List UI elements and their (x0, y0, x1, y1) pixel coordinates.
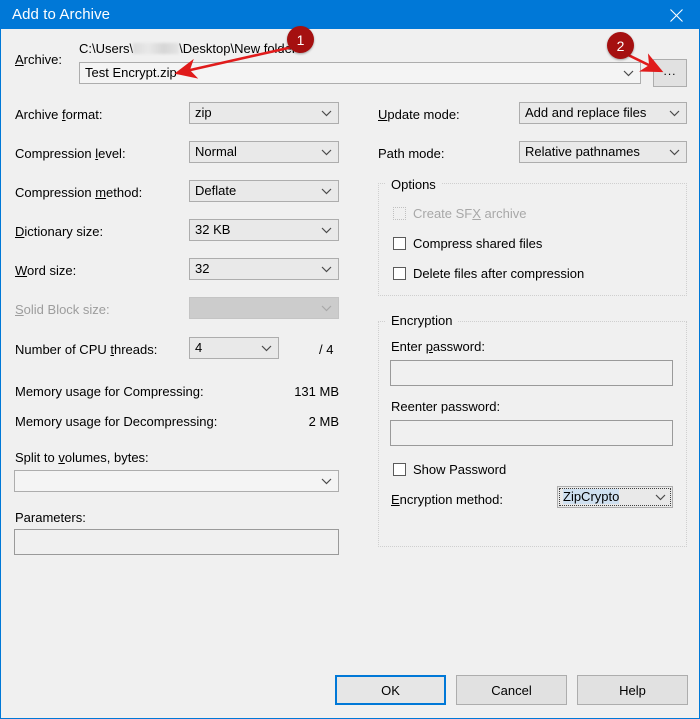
checkbox-box (393, 237, 406, 250)
cancel-button[interactable]: Cancel (456, 675, 567, 705)
show-password-checkbox[interactable]: Show Password (393, 462, 506, 477)
reenter-password-input[interactable] (390, 420, 673, 446)
archive-format-select[interactable]: zip (189, 102, 339, 124)
archive-format-value: zip (195, 105, 212, 120)
checkbox-box (393, 463, 406, 476)
reenter-password-label: Reenter password: (391, 399, 500, 414)
checkbox-box (393, 207, 406, 220)
cpu-threads-select[interactable]: 4 (189, 337, 279, 359)
chevron-down-icon (321, 298, 332, 318)
parameters-input[interactable] (14, 529, 339, 555)
chevron-down-icon (623, 63, 634, 83)
compression-level-select[interactable]: Normal (189, 141, 339, 163)
dictionary-size-label: Dictionary size: (15, 224, 103, 239)
delete-files-after-compression-checkbox[interactable]: Delete files after compression (393, 266, 584, 281)
update-mode-label: Update mode: (378, 107, 460, 122)
chevron-down-icon (321, 471, 332, 491)
redacted-username (133, 43, 179, 54)
encryption-group-title: Encryption (386, 313, 457, 328)
solid-block-size-label: Solid Block size: (15, 302, 110, 317)
word-size-select[interactable]: 32 (189, 258, 339, 280)
help-button[interactable]: Help (577, 675, 688, 705)
update-mode-select[interactable]: Add and replace files (519, 102, 687, 124)
compress-shared-files-checkbox[interactable]: Compress shared files (393, 236, 542, 251)
annotation-badge-1: 1 (287, 26, 314, 53)
archive-path-suffix: \Desktop\New folder\ (179, 41, 300, 56)
word-size-label: Word size: (15, 263, 76, 278)
chevron-down-icon (261, 338, 272, 358)
memory-compressing-value: 131 MB (294, 384, 339, 399)
cancel-button-label: Cancel (491, 683, 531, 698)
encryption-method-select[interactable]: ZipCrypto (557, 486, 673, 508)
ok-button[interactable]: OK (335, 675, 446, 705)
chevron-down-icon (321, 103, 332, 123)
options-group-title: Options (386, 177, 441, 192)
title-bar: Add to Archive (1, 1, 699, 29)
compression-method-label: Compression method: (15, 185, 142, 200)
archive-path-prefix: C:\Users\ (79, 41, 133, 56)
update-mode-value: Add and replace files (525, 105, 646, 120)
path-mode-select[interactable]: Relative pathnames (519, 141, 687, 163)
delete-files-after-compression-label: Delete files after compression (413, 266, 584, 281)
chevron-down-icon (669, 142, 680, 162)
cpu-threads-value: 4 (195, 340, 202, 355)
archive-label: Archive: (15, 52, 62, 67)
enter-password-input[interactable] (390, 360, 673, 386)
compress-shared-files-label: Compress shared files (413, 236, 542, 251)
show-password-label: Show Password (413, 462, 506, 477)
word-size-value: 32 (195, 261, 209, 276)
split-volumes-input[interactable] (14, 470, 339, 492)
memory-decompressing-value: 2 MB (309, 414, 339, 429)
close-icon[interactable] (653, 1, 699, 29)
add-to-archive-dialog: Add to Archive Archive: C:\Users\ \Deskto… (0, 0, 700, 719)
memory-compressing-label: Memory usage for Compressing: (15, 384, 204, 399)
encryption-method-value: ZipCrypto (563, 489, 619, 504)
memory-decompressing-label: Memory usage for Decompressing: (15, 414, 217, 429)
path-mode-label: Path mode: (378, 146, 445, 161)
compression-method-select[interactable]: Deflate (189, 180, 339, 202)
annotation-badge-2: 2 (607, 32, 634, 59)
compression-method-value: Deflate (195, 183, 236, 198)
archive-browse-button[interactable]: ... (653, 59, 687, 87)
archive-name-input[interactable]: Test Encrypt.zip (79, 62, 641, 84)
help-button-label: Help (619, 683, 646, 698)
window-title: Add to Archive (12, 6, 110, 23)
chevron-down-icon (655, 487, 666, 507)
solid-block-size-select (189, 297, 339, 319)
archive-label-text: rchive: (24, 52, 62, 67)
ok-button-label: OK (381, 683, 400, 698)
archive-name-value: Test Encrypt.zip (85, 65, 177, 80)
archive-format-label: Archive format: (15, 107, 102, 122)
parameters-label: Parameters: (15, 510, 86, 525)
chevron-down-icon (321, 259, 332, 279)
chevron-down-icon (321, 220, 332, 240)
chevron-down-icon (321, 142, 332, 162)
create-sfx-archive-checkbox: Create SFX archive (393, 206, 526, 221)
dictionary-size-value: 32 KB (195, 222, 230, 237)
close-glyph (670, 9, 683, 22)
dictionary-size-select[interactable]: 32 KB (189, 219, 339, 241)
chevron-down-icon (321, 181, 332, 201)
archive-browse-label: ... (663, 64, 676, 78)
cpu-threads-label: Number of CPU threads: (15, 342, 157, 357)
chevron-down-icon (669, 103, 680, 123)
create-sfx-archive-label: Create SFX archive (413, 206, 526, 221)
split-volumes-label: Split to volumes, bytes: (15, 450, 149, 465)
cpu-threads-total: / 4 (319, 342, 333, 357)
encryption-method-label: Encryption method: (391, 492, 503, 507)
compression-level-label: Compression level: (15, 146, 126, 161)
path-mode-value: Relative pathnames (525, 144, 640, 159)
enter-password-label: Enter password: (391, 339, 485, 354)
compression-level-value: Normal (195, 144, 237, 159)
archive-path: C:\Users\ \Desktop\New folder\ (79, 41, 300, 56)
checkbox-box (393, 267, 406, 280)
